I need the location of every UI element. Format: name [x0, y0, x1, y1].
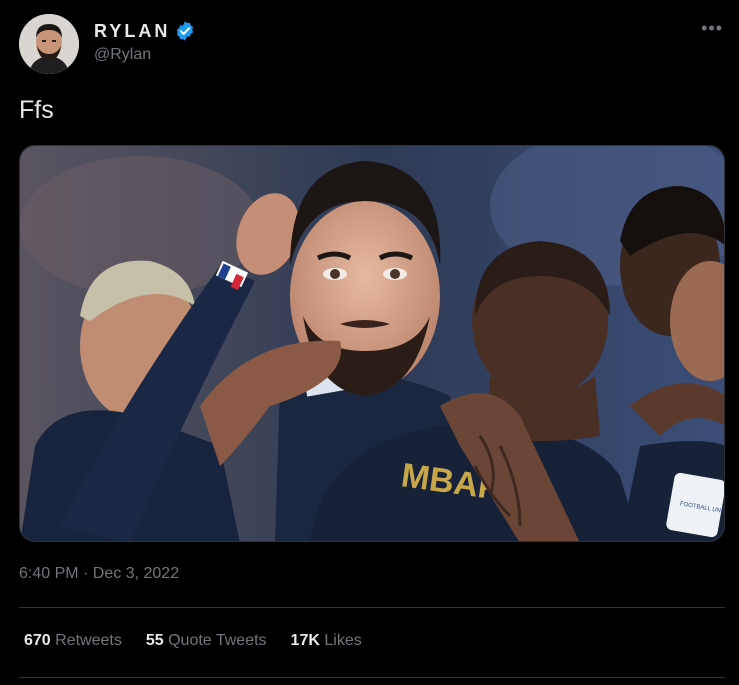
avatar[interactable]	[19, 14, 79, 74]
quotes-count: 55	[145, 632, 164, 649]
likes-stat[interactable]: 17K Likes	[291, 632, 362, 650]
user-name-row: RYLAN	[94, 20, 196, 42]
quotes-label: Quote Tweets	[168, 632, 267, 649]
display-name[interactable]: RYLAN	[94, 21, 170, 42]
tweet-text: Ffs	[19, 96, 54, 124]
tweet-timestamp[interactable]: 6:40 PM · Dec 3, 2022	[19, 565, 179, 583]
more-options-icon[interactable]: •••	[701, 18, 723, 39]
retweets-label: Retweets	[55, 632, 122, 649]
quote-tweets-stat[interactable]: 55 Quote Tweets	[146, 632, 267, 650]
retweets-stat[interactable]: 670 Retweets	[24, 632, 122, 650]
tweet-stats: 670 Retweets 55 Quote Tweets 17K Likes	[24, 632, 362, 650]
tweet-media-image[interactable]: MBAPPE FOOTBALL UNITES THE WORLD	[19, 145, 725, 542]
verified-badge-icon	[174, 20, 196, 42]
divider	[19, 677, 725, 678]
divider	[19, 607, 725, 608]
retweets-count: 670	[24, 632, 51, 649]
likes-label: Likes	[324, 632, 362, 649]
user-handle[interactable]: @Rylan	[94, 46, 151, 64]
likes-count: 17K	[290, 632, 320, 649]
